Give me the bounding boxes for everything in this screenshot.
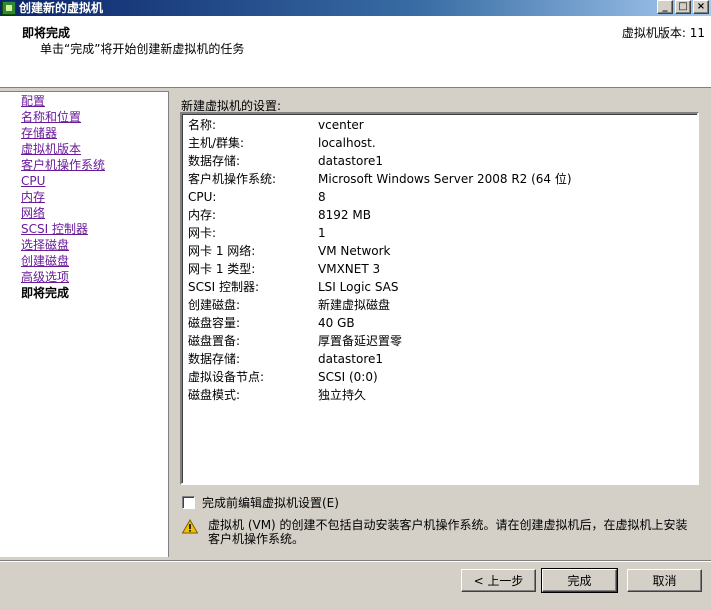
nav-item-network[interactable]: 网络 — [0, 205, 168, 221]
footer-divider — [0, 560, 711, 562]
nav-item-name-location[interactable]: 名称和位置 — [0, 109, 168, 125]
maximize-button[interactable]: □ — [675, 0, 691, 14]
settings-value: 8192 MB — [318, 208, 371, 222]
settings-row: 数据存储: datastore1 — [188, 350, 572, 368]
settings-key: 数据存储: — [188, 154, 241, 168]
settings-value: vcenter — [318, 118, 364, 132]
settings-value: localhost. — [318, 136, 376, 150]
settings-value: 新建虚拟磁盘 — [318, 298, 391, 312]
nav-item-vm-version[interactable]: 虚拟机版本 — [0, 141, 168, 157]
settings-value: Microsoft Windows Server 2008 R2 (64 位) — [318, 172, 572, 186]
edit-settings-checkbox[interactable] — [182, 496, 195, 509]
nav-item-guest-os[interactable]: 客户机操作系统 — [0, 157, 168, 173]
warning-message: 虚拟机 (VM) 的创建不包括自动安装客户机操作系统。请在创建虚拟机后，在虚拟机… — [182, 518, 702, 546]
nav-item-memory[interactable]: 内存 — [0, 189, 168, 205]
nav-item-advanced[interactable]: 高级选项 — [0, 269, 168, 285]
nav-item-storage[interactable]: 存储器 — [0, 125, 168, 141]
settings-value: 8 — [318, 190, 326, 204]
settings-row: 主机/群集: localhost. — [188, 134, 572, 152]
settings-row: 磁盘模式: 独立持久 — [188, 386, 572, 404]
finish-button[interactable]: 完成 — [541, 568, 618, 593]
page-subtitle: 单击“完成”将开始创建新虚拟机的任务 — [40, 42, 245, 56]
settings-row: 内存: 8192 MB — [188, 206, 572, 224]
settings-row: 名称: vcenter — [188, 116, 572, 134]
vm-version: 虚拟机版本: 11 — [621, 26, 705, 40]
nav-item-cpu[interactable]: CPU — [0, 173, 168, 189]
settings-row: 数据存储: datastore1 — [188, 152, 572, 170]
settings-key: 网卡: — [188, 226, 217, 240]
settings-row: 网卡 1 类型: VMXNET 3 — [188, 260, 572, 278]
settings-row: CPU: 8 — [188, 188, 572, 206]
settings-key: 网卡 1 类型: — [188, 262, 256, 276]
title-bar[interactable]: 创建新的虚拟机 _ □ × — [0, 0, 711, 16]
settings-value: SCSI (0:0) — [318, 370, 378, 384]
settings-value: VMXNET 3 — [318, 262, 381, 276]
nav-item-config[interactable]: 配置 — [0, 93, 168, 109]
settings-summary-box[interactable]: 名称: vcenter 主机/群集: localhost. 数据存储: datastore… — [180, 112, 699, 485]
settings-row: 网卡: 1 — [188, 224, 572, 242]
settings-key: 主机/群集: — [188, 136, 245, 150]
nav-item-select-disk[interactable]: 选择磁盘 — [0, 237, 168, 253]
settings-key: 创建磁盘: — [188, 298, 241, 312]
settings-row: SCSI 控制器: LSI Logic SAS — [188, 278, 572, 296]
settings-row: 虚拟设备节点: SCSI (0:0) — [188, 368, 572, 386]
settings-key: 磁盘容量: — [188, 316, 241, 330]
settings-key: 磁盘置备: — [188, 334, 241, 348]
nav-item-scsi-controller[interactable]: SCSI 控制器 — [0, 221, 168, 237]
window-controls: _ □ × — [657, 0, 709, 14]
edit-settings-label[interactable]: 完成前编辑虚拟机设置(E) — [202, 494, 339, 511]
nav-item-ready-to-complete: 即将完成 — [21, 286, 70, 300]
settings-table: 名称: vcenter 主机/群集: localhost. 数据存储: datastore… — [188, 116, 572, 404]
minimize-button[interactable]: _ — [657, 0, 673, 14]
settings-key: 数据存储: — [188, 352, 241, 366]
settings-value: 独立持久 — [318, 388, 367, 402]
settings-value: 1 — [318, 226, 326, 240]
settings-key: 名称: — [188, 118, 217, 132]
settings-value: datastore1 — [318, 352, 384, 366]
settings-row: 磁盘容量: 40 GB — [188, 314, 572, 332]
settings-value: LSI Logic SAS — [318, 280, 399, 294]
settings-value: 厚置备延迟置零 — [318, 334, 403, 348]
settings-value: datastore1 — [318, 154, 384, 168]
settings-key: 内存: — [188, 208, 217, 222]
settings-key: 磁盘模式: — [188, 388, 241, 402]
settings-row: 网卡 1 网络: VM Network — [188, 242, 572, 260]
edit-settings-option[interactable]: 完成前编辑虚拟机设置(E) — [182, 494, 339, 511]
settings-key: SCSI 控制器: — [188, 280, 260, 294]
settings-key: 客户机操作系统: — [188, 172, 277, 186]
cancel-button[interactable]: 取消 — [627, 569, 702, 592]
nav-item-create-disk[interactable]: 创建磁盘 — [0, 253, 168, 269]
vm-app-icon — [2, 1, 16, 15]
page-title: 即将完成 — [22, 26, 71, 40]
settings-key: CPU: — [188, 190, 217, 204]
window-title: 创建新的虚拟机 — [19, 1, 104, 15]
wizard-header: 即将完成 单击“完成”将开始创建新虚拟机的任务 虚拟机版本: 11 — [0, 16, 711, 88]
settings-row: 创建磁盘: 新建虚拟磁盘 — [188, 296, 572, 314]
settings-key: 网卡 1 网络: — [188, 244, 256, 258]
warning-icon — [182, 519, 198, 534]
warning-text: 虚拟机 (VM) 的创建不包括自动安装客户机操作系统。请在创建虚拟机后，在虚拟机… — [208, 518, 688, 546]
close-button[interactable]: × — [693, 0, 709, 14]
wizard-steps-nav: 配置 名称和位置 存储器 虚拟机版本 客户机操作系统 CPU 内存 网络 SCS… — [0, 91, 169, 557]
settings-value: 40 GB — [318, 316, 355, 330]
settings-row: 磁盘置备: 厚置备延迟置零 — [188, 332, 572, 350]
settings-value: VM Network — [318, 244, 391, 258]
settings-row: 客户机操作系统: Microsoft Windows Server 2008 R2… — [188, 170, 572, 188]
back-button[interactable]: < 上一步 — [461, 569, 536, 592]
settings-key: 虚拟设备节点: — [188, 370, 265, 384]
